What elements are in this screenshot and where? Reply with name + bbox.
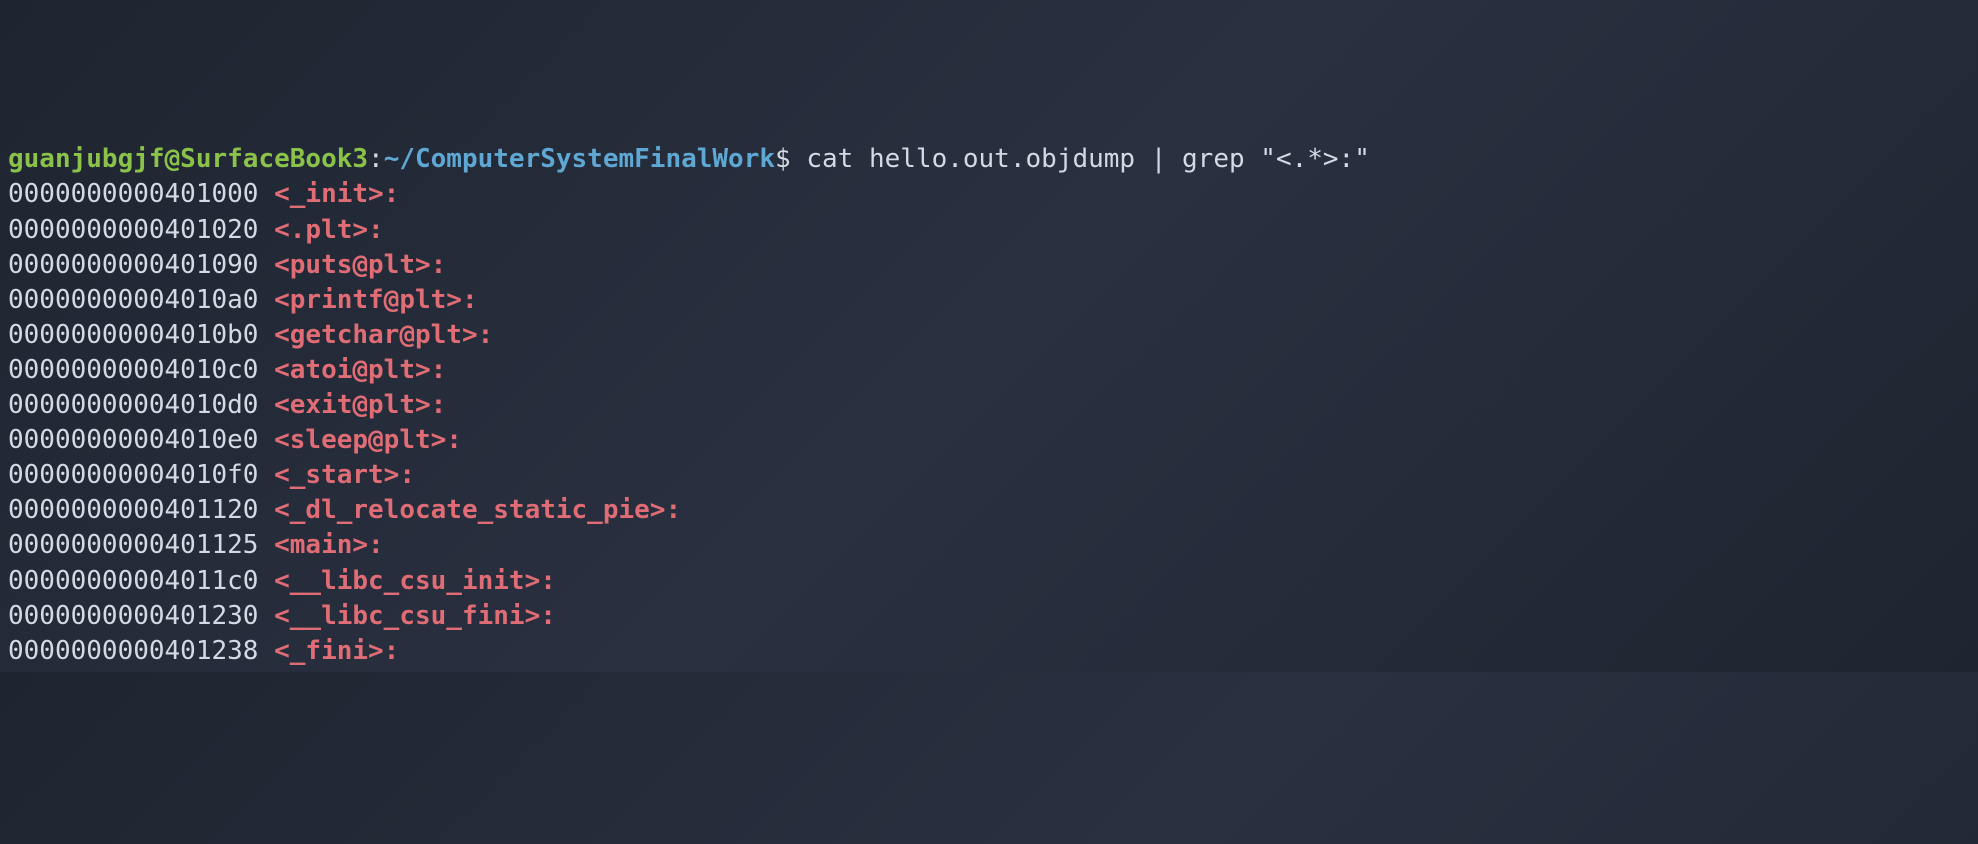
output-line: 00000000004011c0 <__libc_csu_init>:: [8, 564, 1970, 599]
symbol-name: <__libc_csu_fini>:: [274, 601, 556, 631]
output-line: 0000000000401230 <__libc_csu_fini>:: [8, 599, 1970, 634]
address: 0000000000401090: [8, 250, 258, 280]
command-text: cat hello.out.objdump | grep "<.*>:": [806, 144, 1370, 174]
address: 00000000004010e0: [8, 425, 258, 455]
symbol-name: <_dl_relocate_static_pie>:: [274, 495, 681, 525]
symbol-name: <.plt>:: [274, 215, 384, 245]
address: 00000000004010c0: [8, 355, 258, 385]
terminal-output[interactable]: guanjubgjf@SurfaceBook3:~/ComputerSystem…: [8, 142, 1970, 668]
address: 0000000000401125: [8, 530, 258, 560]
prompt-user-host: guanjubgjf@SurfaceBook3: [8, 144, 368, 174]
address: 0000000000401230: [8, 601, 258, 631]
output-line: 0000000000401000 <_init>:: [8, 177, 1970, 212]
output-line: 0000000000401090 <puts@plt>:: [8, 248, 1970, 283]
prompt-colon: :: [368, 144, 384, 174]
address: 0000000000401120: [8, 495, 258, 525]
symbol-name: <puts@plt>:: [274, 250, 446, 280]
address: 0000000000401238: [8, 636, 258, 666]
symbol-name: <exit@plt>:: [274, 390, 446, 420]
output-line: 00000000004010a0 <printf@plt>:: [8, 283, 1970, 318]
output-line: 0000000000401125 <main>:: [8, 528, 1970, 563]
output-line: 0000000000401238 <_fini>:: [8, 634, 1970, 669]
output-line: 0000000000401020 <.plt>:: [8, 213, 1970, 248]
prompt-line: guanjubgjf@SurfaceBook3:~/ComputerSystem…: [8, 142, 1970, 177]
symbol-name: <_start>:: [274, 460, 415, 490]
address: 00000000004011c0: [8, 566, 258, 596]
symbol-name: <main>:: [274, 530, 384, 560]
address: 0000000000401020: [8, 215, 258, 245]
address: 0000000000401000: [8, 179, 258, 209]
output-line: 00000000004010e0 <sleep@plt>:: [8, 423, 1970, 458]
address: 00000000004010b0: [8, 320, 258, 350]
output-line: 00000000004010b0 <getchar@plt>:: [8, 318, 1970, 353]
output-line: 00000000004010d0 <exit@plt>:: [8, 388, 1970, 423]
address: 00000000004010a0: [8, 285, 258, 315]
prompt-path: ~/ComputerSystemFinalWork: [384, 144, 775, 174]
symbol-name: <_fini>:: [274, 636, 399, 666]
address: 00000000004010d0: [8, 390, 258, 420]
symbol-name: <_init>:: [274, 179, 399, 209]
symbol-name: <printf@plt>:: [274, 285, 478, 315]
output-line: 00000000004010f0 <_start>:: [8, 458, 1970, 493]
symbol-name: <getchar@plt>:: [274, 320, 493, 350]
output-line: 00000000004010c0 <atoi@plt>:: [8, 353, 1970, 388]
symbol-name: <sleep@plt>:: [274, 425, 462, 455]
symbol-name: <atoi@plt>:: [274, 355, 446, 385]
symbol-name: <__libc_csu_init>:: [274, 566, 556, 596]
output-line: 0000000000401120 <_dl_relocate_static_pi…: [8, 493, 1970, 528]
address: 00000000004010f0: [8, 460, 258, 490]
prompt-dollar: $: [775, 144, 806, 174]
